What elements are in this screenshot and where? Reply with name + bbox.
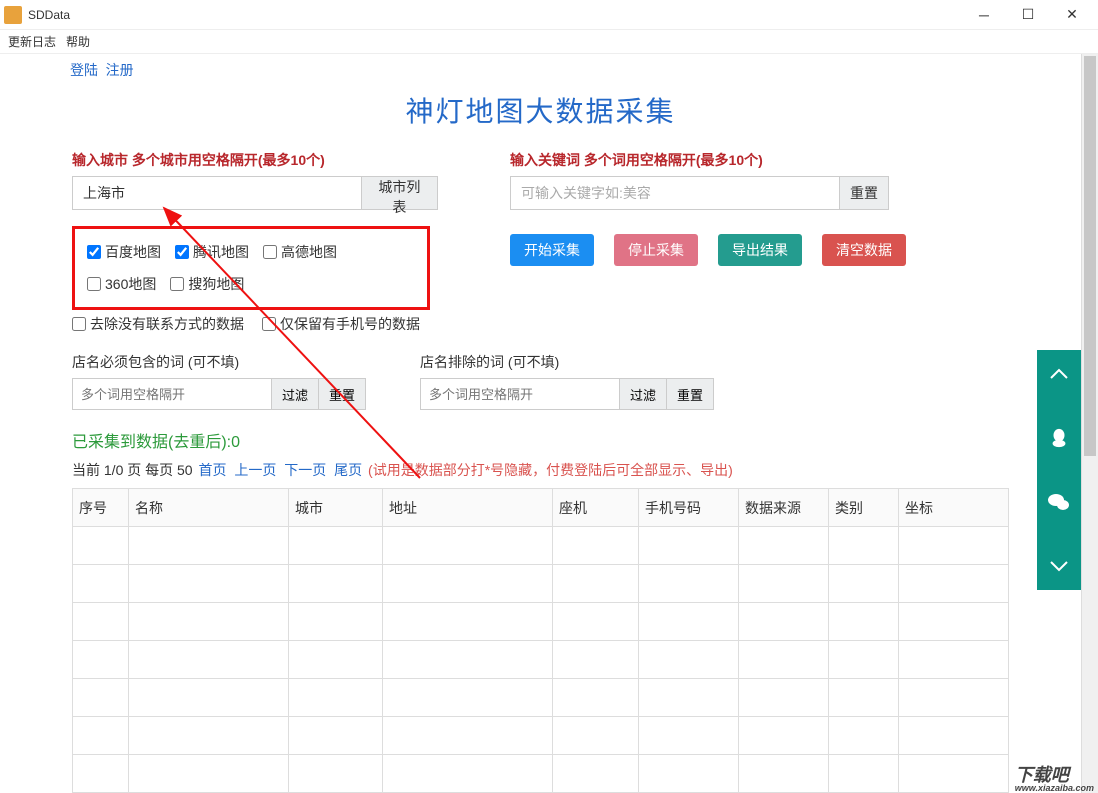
table-row: [73, 603, 1009, 641]
table-row: [73, 679, 1009, 717]
close-button[interactable]: ✕: [1050, 0, 1094, 30]
minimize-button[interactable]: ─: [962, 0, 1006, 30]
checkbox-keep-mobile-only-input[interactable]: [262, 317, 276, 331]
keyword-label: 输入关键词 多个词用空格隔开(最多10个): [510, 150, 906, 170]
stop-collect-button[interactable]: 停止采集: [614, 234, 698, 266]
exclude-filter-input[interactable]: [420, 378, 620, 410]
pager-top: 当前 1/0 页 每页 50 首页 上一页 下一页 尾页 (试用是数据部分打*号…: [72, 460, 1009, 480]
page-title: 神灯地图大数据采集: [0, 80, 1081, 150]
checkbox-360[interactable]: 360地图: [87, 271, 156, 297]
top-links: 登陆 注册: [0, 54, 1081, 80]
th-index: 序号: [73, 489, 129, 527]
wechat-icon[interactable]: [1047, 490, 1071, 514]
table-row: [73, 527, 1009, 565]
checkbox-360-input[interactable]: [87, 277, 101, 291]
th-landline: 座机: [553, 489, 639, 527]
include-filter-input[interactable]: [72, 378, 272, 410]
table-row: [73, 717, 1009, 755]
checkbox-remove-no-contact-input[interactable]: [72, 317, 86, 331]
chevron-down-icon[interactable]: [1047, 554, 1071, 578]
keyword-reset-button[interactable]: 重置: [840, 176, 889, 210]
exclude-filter-label: 店名排除的词 (可不填): [420, 352, 714, 372]
table-row: [73, 641, 1009, 679]
exclude-filter-button[interactable]: 过滤: [620, 378, 667, 410]
th-coords: 坐标: [899, 489, 1009, 527]
checkbox-remove-no-contact[interactable]: 去除没有联系方式的数据: [72, 314, 244, 334]
scrollbar[interactable]: [1081, 54, 1098, 793]
window-title: SDData: [28, 8, 962, 22]
register-link[interactable]: 注册: [106, 62, 134, 78]
th-mobile: 手机号码: [639, 489, 739, 527]
table-row: [73, 755, 1009, 793]
th-source: 数据来源: [739, 489, 829, 527]
menu-update-log[interactable]: 更新日志: [8, 33, 56, 50]
table-header-row: 序号 名称 城市 地址 座机 手机号码 数据来源 类别 坐标: [73, 489, 1009, 527]
city-list-button[interactable]: 城市列表: [362, 176, 438, 210]
pager-first[interactable]: 首页: [198, 462, 226, 478]
scrollbar-thumb[interactable]: [1084, 56, 1096, 456]
map-checkbox-highlight-box: 百度地图 腾讯地图 高德地图 360地图 搜狗地图: [72, 226, 430, 310]
exclude-reset-button[interactable]: 重置: [667, 378, 714, 410]
titlebar: SDData ─ ☐ ✕: [0, 0, 1098, 30]
pager-next[interactable]: 下一页: [284, 462, 326, 478]
th-city: 城市: [289, 489, 383, 527]
keyword-input[interactable]: [510, 176, 840, 210]
include-filter-label: 店名必须包含的词 (可不填): [72, 352, 366, 372]
results-table: 序号 名称 城市 地址 座机 手机号码 数据来源 类别 坐标: [72, 488, 1009, 793]
side-panel: [1037, 350, 1081, 590]
export-button[interactable]: 导出结果: [718, 234, 802, 266]
qq-icon[interactable]: [1047, 426, 1071, 450]
checkbox-baidu[interactable]: 百度地图: [87, 239, 161, 265]
city-label: 输入城市 多个城市用空格隔开(最多10个): [72, 150, 438, 170]
table-row: [73, 565, 1009, 603]
city-input[interactable]: [72, 176, 362, 210]
checkbox-tencent-input[interactable]: [175, 245, 189, 259]
menubar: 更新日志 帮助: [0, 30, 1098, 54]
th-category: 类别: [829, 489, 899, 527]
login-link[interactable]: 登陆: [70, 62, 98, 78]
start-collect-button[interactable]: 开始采集: [510, 234, 594, 266]
checkbox-gaode[interactable]: 高德地图: [263, 239, 337, 265]
checkbox-keep-mobile-only[interactable]: 仅保留有手机号的数据: [262, 314, 420, 334]
include-reset-button[interactable]: 重置: [319, 378, 366, 410]
checkbox-sogou[interactable]: 搜狗地图: [170, 271, 244, 297]
app-icon: [4, 6, 22, 24]
checkbox-sogou-input[interactable]: [170, 277, 184, 291]
chevron-up-icon[interactable]: [1047, 362, 1071, 386]
pager-prev[interactable]: 上一页: [234, 462, 276, 478]
collected-count: 已采集到数据(去重后):0: [72, 428, 1009, 452]
checkbox-gaode-input[interactable]: [263, 245, 277, 259]
th-address: 地址: [383, 489, 553, 527]
maximize-button[interactable]: ☐: [1006, 0, 1050, 30]
checkbox-baidu-input[interactable]: [87, 245, 101, 259]
include-filter-button[interactable]: 过滤: [272, 378, 319, 410]
checkbox-tencent[interactable]: 腾讯地图: [175, 239, 249, 265]
th-name: 名称: [129, 489, 289, 527]
trial-note: (试用是数据部分打*号隐藏，付费登陆后可全部显示、导出): [368, 462, 733, 478]
clear-button[interactable]: 清空数据: [822, 234, 906, 266]
menu-help[interactable]: 帮助: [66, 33, 90, 50]
pager-last[interactable]: 尾页: [334, 462, 362, 478]
